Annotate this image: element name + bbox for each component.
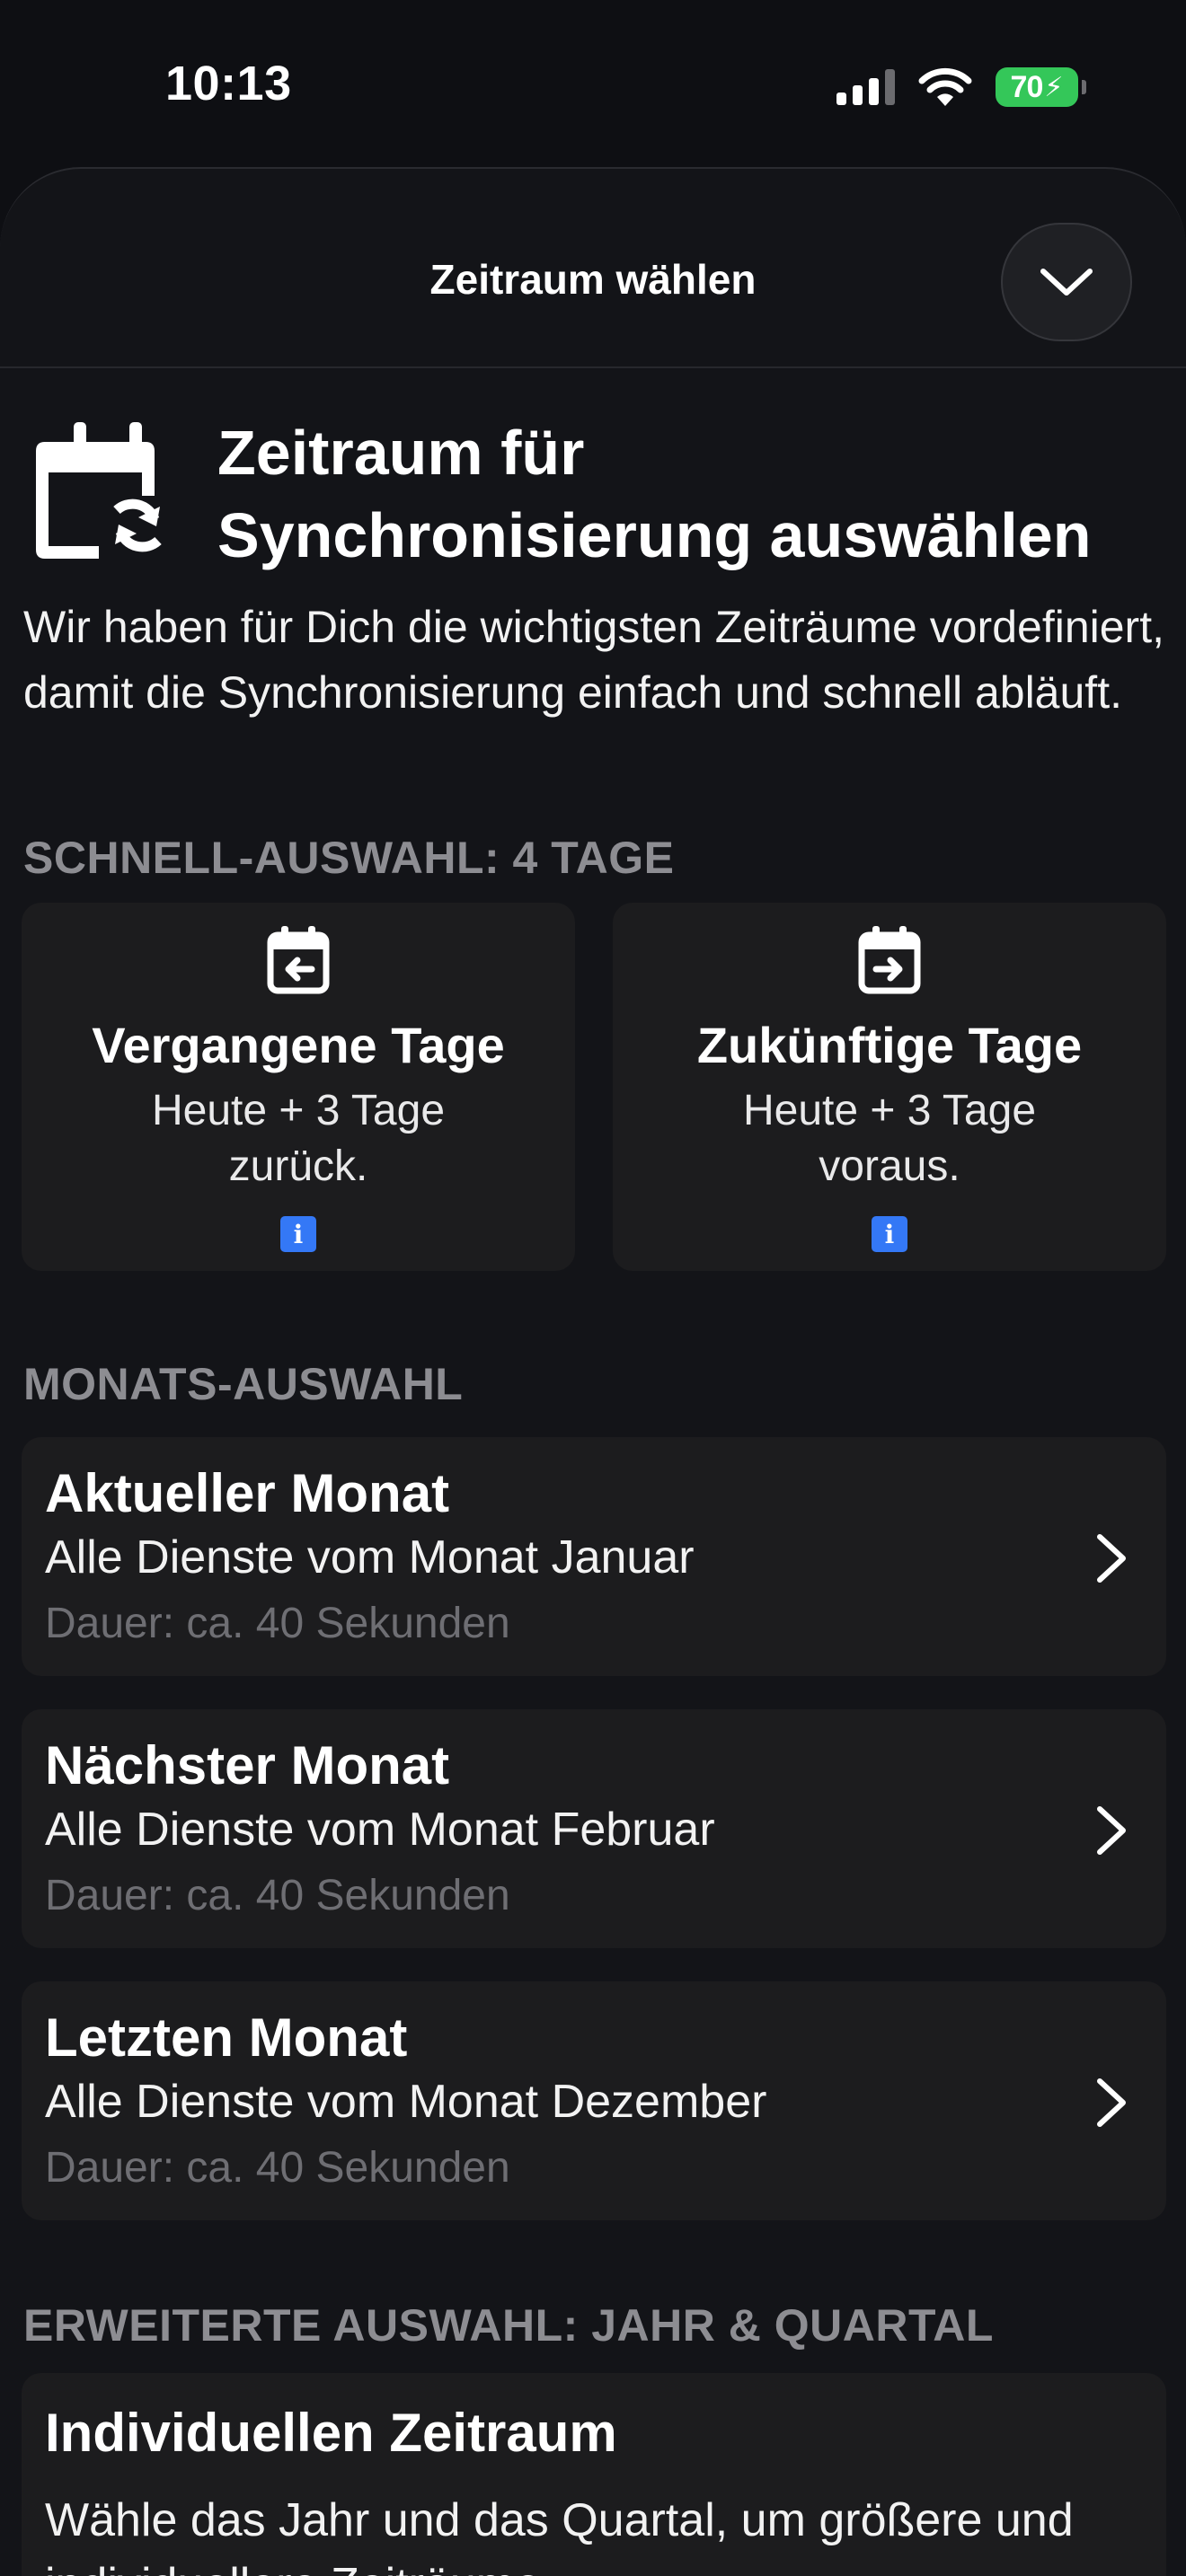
chevron-right-icon <box>1097 1534 1126 1583</box>
next-month-item[interactable]: Nächster Monat Alle Dienste vom Monat Fe… <box>22 1709 1166 1948</box>
current-month-item[interactable]: Aktueller Monat Alle Dienste vom Monat J… <box>22 1437 1166 1676</box>
status-icons: 70 ⚡ <box>836 65 1086 110</box>
month-item-title: Nächster Monat <box>45 1735 450 1795</box>
month-item-duration: Dauer: ca. 40 Sekunden <box>45 1600 510 1647</box>
battery-level: 70 <box>1010 69 1044 104</box>
charging-bolt-icon: ⚡ <box>1044 72 1064 102</box>
past-days-title: Vergangene Tage <box>92 1017 505 1073</box>
battery-icon: 70 ⚡ <box>996 67 1086 107</box>
info-icon[interactable]: i <box>872 1216 907 1252</box>
past-days-card[interactable]: Vergangene Tage Heute + 3 Tage zurück. i <box>22 903 575 1271</box>
month-select-label: MONATS-AUSWAHL <box>23 1359 464 1409</box>
quick-select-row: Vergangene Tage Heute + 3 Tage zurück. i… <box>22 903 1166 1271</box>
cellular-signal-icon <box>836 69 895 105</box>
chevron-right-icon <box>1097 1806 1126 1855</box>
month-item-subtitle: Alle Dienste vom Monat Dezember <box>45 2076 767 2128</box>
past-days-subtitle: Heute + 3 Tage zurück. <box>151 1087 446 1190</box>
month-item-subtitle: Alle Dienste vom Monat Januar <box>45 1531 695 1584</box>
month-item-subtitle: Alle Dienste vom Monat Februar <box>45 1804 715 1856</box>
future-days-subtitle: Heute + 3 Tage voraus. <box>742 1087 1037 1190</box>
intro-description: Wir haben für Dich die wichtigsten Zeitr… <box>23 602 1164 718</box>
intro-section: Zeitraum für Synchronisierung auswählen … <box>23 411 1164 726</box>
chevron-down-icon <box>1040 269 1093 296</box>
future-days-card[interactable]: Zukünftige Tage Heute + 3 Tage voraus. i <box>613 903 1166 1271</box>
calendar-sync-icon <box>36 422 162 559</box>
intro-title-line2: Synchronisierung auswählen <box>217 500 1092 570</box>
quick-select-label: SCHNELL-AUSWAHL: 4 TAGE <box>23 833 675 883</box>
extended-select-label: ERWEITERTE AUSWAHL: JAHR & QUARTAL <box>23 2300 994 2351</box>
sheet-header: Zeitraum wählen <box>0 169 1186 368</box>
month-item-title: Aktueller Monat <box>45 1463 450 1523</box>
custom-range-description: Wähle das Jahr und das Quartal, um größe… <box>45 2494 1074 2576</box>
last-month-item[interactable]: Letzten Monat Alle Dienste vom Monat Dez… <box>22 1981 1166 2220</box>
custom-range-title: Individuellen Zeitraum <box>45 2403 617 2463</box>
month-item-duration: Dauer: ca. 40 Sekunden <box>45 2144 510 2192</box>
month-item-duration: Dauer: ca. 40 Sekunden <box>45 1872 510 1919</box>
wifi-icon <box>918 67 972 106</box>
dismiss-sheet-button[interactable] <box>1001 223 1132 341</box>
chevron-right-icon <box>1097 2078 1126 2127</box>
calendar-arrow-left-icon <box>267 926 330 994</box>
future-days-title: Zukünftige Tage <box>696 1017 1083 1073</box>
custom-range-card[interactable]: Individuellen Zeitraum Wähle das Jahr un… <box>22 2373 1166 2576</box>
month-item-title: Letzten Monat <box>45 2007 408 2068</box>
status-time: 10:13 <box>165 57 292 110</box>
calendar-arrow-right-icon <box>858 926 921 994</box>
screen: 10:13 70 ⚡ Zeitraum wählen Zeitraum für … <box>0 0 1186 2576</box>
intro-title: Zeitraum für Synchronisierung auswählen <box>217 411 1091 577</box>
intro-title-line1: Zeitraum für <box>217 418 585 488</box>
info-icon[interactable]: i <box>280 1216 316 1252</box>
status-bar: 10:13 70 ⚡ <box>0 0 1186 171</box>
